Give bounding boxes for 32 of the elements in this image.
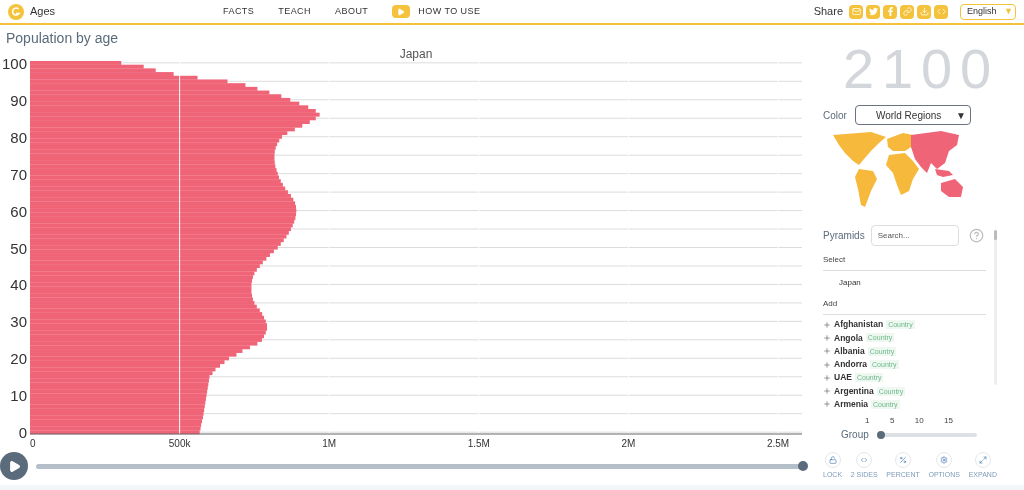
tick-label: 10 xyxy=(914,415,924,427)
axis-tick-label: 2.5M xyxy=(766,438,790,448)
axis-tick-label: 40 xyxy=(10,276,27,294)
axis-tick-label: 1M xyxy=(322,438,337,448)
section-label: Select xyxy=(823,254,986,271)
axis-tick-label: 0 xyxy=(18,424,27,442)
tick-label: 1 xyxy=(865,415,870,427)
group-label: Group xyxy=(840,428,869,442)
app-name: Ages xyxy=(30,4,56,20)
tick-label: 5 xyxy=(889,415,895,427)
axis-tick-label: 90 xyxy=(10,91,27,109)
axis-tick-label: 50 xyxy=(10,239,27,257)
pyramids-label: Pyramids xyxy=(823,229,865,243)
axis-tick-label: 10 xyxy=(10,387,27,405)
caret-icon: ▼ xyxy=(1004,7,1013,16)
axis-tick-label: 2M xyxy=(621,438,636,448)
tick-label: 15 xyxy=(944,415,953,427)
axis-tick-label: 0 xyxy=(30,438,36,448)
axis-tick-label: 500k xyxy=(168,438,191,448)
axis-tick-label: 30 xyxy=(10,313,27,331)
share-label: Share xyxy=(813,4,843,20)
axis-tick-label: 70 xyxy=(10,165,27,183)
caret-icon: ▼ xyxy=(956,107,966,123)
axis-tick-label: 60 xyxy=(10,202,27,220)
axis-tick-label: 100 xyxy=(1,54,27,72)
axis-tick-label: 20 xyxy=(10,350,27,368)
color-label: Color xyxy=(823,108,847,123)
section-label: Add xyxy=(823,298,986,315)
page-title: Population by age xyxy=(5,29,120,46)
chart-title: Japan xyxy=(399,47,433,61)
axis-tick-label: 80 xyxy=(10,128,27,146)
axis-tick-label: 1.5M xyxy=(467,438,490,448)
